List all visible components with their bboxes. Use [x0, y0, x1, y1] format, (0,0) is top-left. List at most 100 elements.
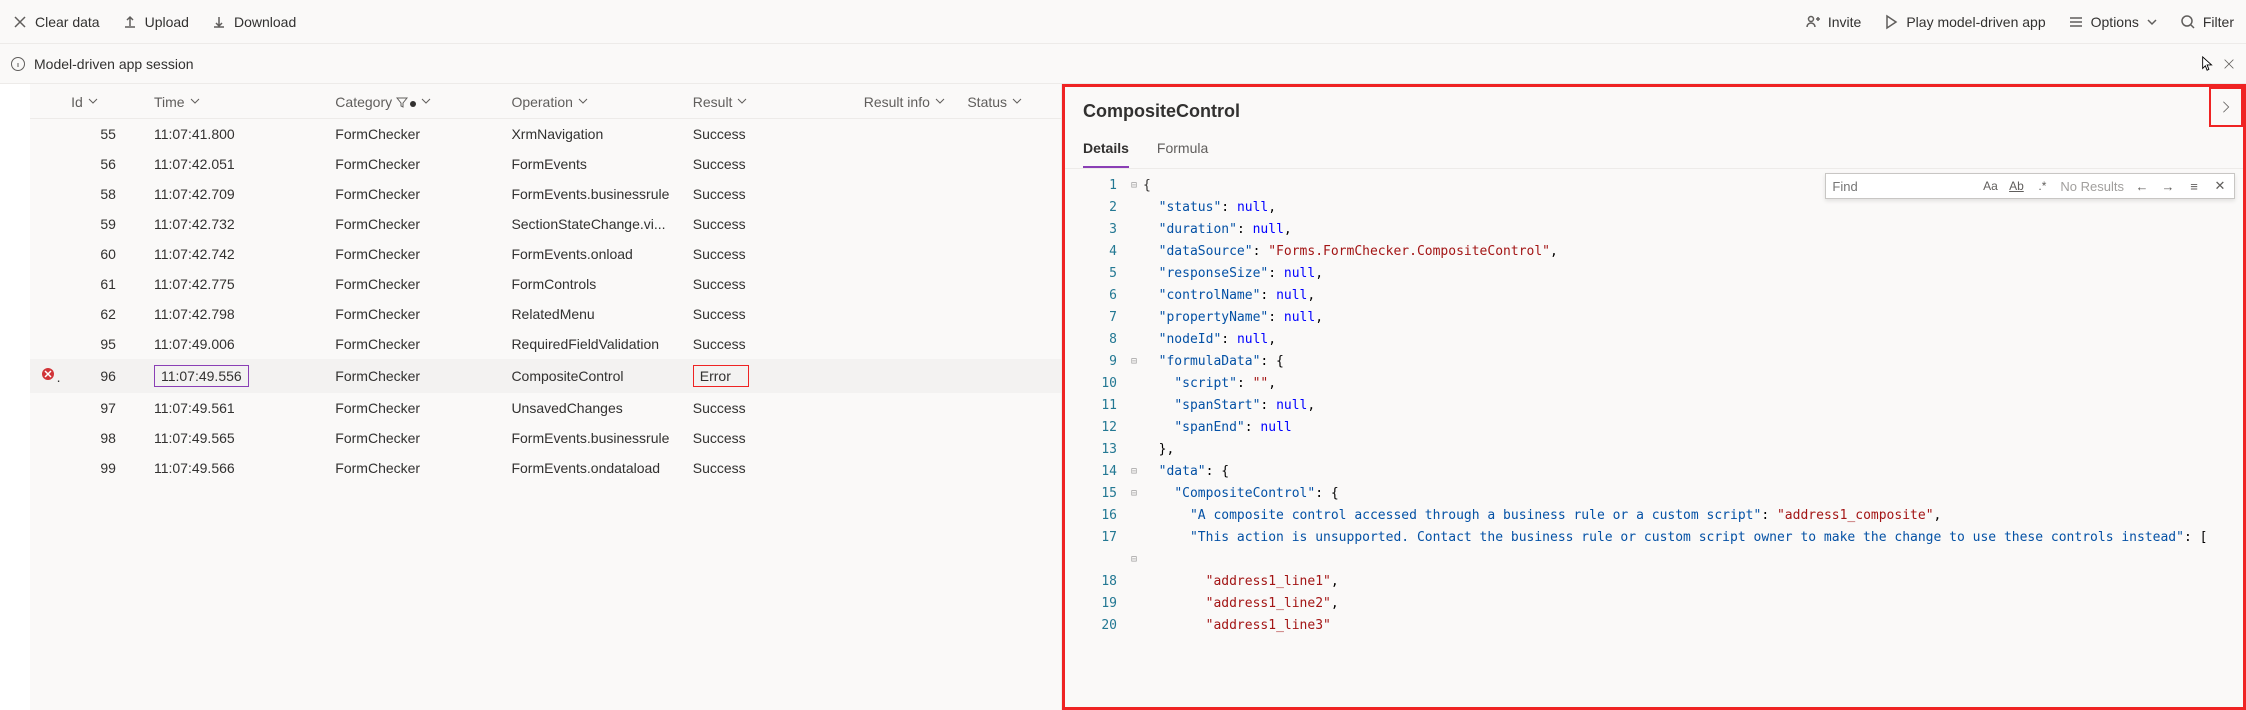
session-close-group: [2200, 56, 2236, 72]
col-result[interactable]: Result: [683, 84, 854, 119]
find-input[interactable]: [1832, 179, 1972, 194]
json-code-viewer[interactable]: 1⊟{2 "status": null,3 "duration": null,4…: [1065, 169, 2243, 637]
table-row[interactable]: 9511:07:49.006FormCheckerRequiredFieldVa…: [30, 329, 1061, 359]
fold-gutter[interactable]: ⊟: [1125, 351, 1143, 373]
download-button[interactable]: Download: [211, 14, 296, 30]
fold-gutter[interactable]: ⊟: [1125, 549, 1143, 571]
cell-result: Success: [683, 209, 854, 239]
col-result-info[interactable]: Result info: [854, 84, 958, 119]
find-results-label: No Results: [2060, 179, 2124, 194]
code-line: 15⊟ "CompositeControl": {: [1065, 483, 2243, 505]
cell-time: 11:07:42.709: [144, 179, 325, 209]
fold-gutter[interactable]: ⊟: [1125, 175, 1143, 197]
cell-time: 11:07:42.051: [144, 149, 325, 179]
panel-expand-button[interactable]: [2209, 87, 2243, 127]
code-line: 2 "status": null,: [1065, 197, 2243, 219]
options-label: Options: [2091, 14, 2139, 30]
cell-operation: FormEvents: [501, 149, 682, 179]
clear-data-button[interactable]: Clear data: [12, 14, 100, 30]
cell-result: Success: [683, 423, 854, 453]
col-category[interactable]: Category: [325, 84, 501, 119]
table-row[interactable]: 9911:07:49.566FormCheckerFormEvents.onda…: [30, 453, 1061, 483]
cell-id: 95: [61, 329, 144, 359]
error-icon: [40, 366, 56, 382]
session-close-button[interactable]: [2222, 57, 2236, 71]
cell-category: FormChecker: [325, 269, 501, 299]
table-row[interactable]: 9711:07:49.561FormCheckerUnsavedChangesS…: [30, 393, 1061, 423]
cell-status: [957, 119, 1061, 149]
code-line: 14⊟ "data": {: [1065, 461, 2243, 483]
col-id[interactable]: Id: [61, 84, 144, 119]
whole-word-icon[interactable]: Ab: [2008, 178, 2024, 194]
session-bar: Model-driven app session: [0, 44, 2246, 84]
tab-details[interactable]: Details: [1083, 132, 1129, 168]
options-button[interactable]: Options: [2068, 14, 2158, 30]
table-row[interactable]: 9811:07:49.565FormCheckerFormEvents.busi…: [30, 423, 1061, 453]
cell-category: FormChecker: [325, 299, 501, 329]
cell-time: 11:07:42.798: [144, 299, 325, 329]
code-line: 5 "responseSize": null,: [1065, 263, 2243, 285]
col-time[interactable]: Time: [144, 84, 325, 119]
fold-gutter[interactable]: ⊟: [1125, 483, 1143, 505]
upload-icon: [122, 14, 138, 30]
code-line: 7 "propertyName": null,: [1065, 307, 2243, 329]
cell-category: FormChecker: [325, 179, 501, 209]
cell-status: [957, 393, 1061, 423]
table-row[interactable]: 5511:07:41.800FormCheckerXrmNavigationSu…: [30, 119, 1061, 149]
table-row[interactable]: 6011:07:42.742FormCheckerFormEvents.onlo…: [30, 239, 1061, 269]
cell-result: Success: [683, 269, 854, 299]
top-toolbar: Clear data Upload Download Invite Play m…: [0, 0, 2246, 44]
find-next-icon[interactable]: →: [2160, 178, 2176, 194]
code-line: 13 },: [1065, 439, 2243, 461]
play-icon: [1883, 14, 1899, 30]
match-case-icon[interactable]: Aa: [1982, 178, 1998, 194]
cell-time: 11:07:49.556: [144, 359, 325, 393]
cell-time: 11:07:49.566: [144, 453, 325, 483]
code-line: 20 "address1_line3": [1065, 615, 2243, 637]
cell-result-info: [854, 209, 958, 239]
cell-result: Success: [683, 179, 854, 209]
code-line: 18 "address1_line1",: [1065, 571, 2243, 593]
find-selection-icon[interactable]: ≡: [2186, 178, 2202, 194]
events-table-container: Id Time Category Operation Result Result…: [0, 84, 1062, 710]
code-line: 12 "spanEnd": null: [1065, 417, 2243, 439]
code-line: 8 "nodeId": null,: [1065, 329, 2243, 351]
cell-status: [957, 239, 1061, 269]
table-row[interactable]: 9611:07:49.556FormCheckerCompositeContro…: [30, 359, 1061, 393]
play-mda-button[interactable]: Play model-driven app: [1883, 14, 2045, 30]
cell-time: 11:07:42.732: [144, 209, 325, 239]
upload-button[interactable]: Upload: [122, 14, 189, 30]
cell-operation: CompositeControl: [501, 359, 682, 393]
find-close-icon[interactable]: ✕: [2212, 178, 2228, 194]
filter-button[interactable]: Filter: [2180, 14, 2234, 30]
cell-result: Success: [683, 299, 854, 329]
cell-time: 11:07:42.742: [144, 239, 325, 269]
table-row[interactable]: 6211:07:42.798FormCheckerRelatedMenuSucc…: [30, 299, 1061, 329]
cell-result: Error: [683, 359, 854, 393]
panel-tabs: Details Formula: [1065, 132, 2243, 169]
cell-category: FormChecker: [325, 423, 501, 453]
table-row[interactable]: 6111:07:42.775FormCheckerFormControlsSuc…: [30, 269, 1061, 299]
cell-time: 11:07:49.006: [144, 329, 325, 359]
invite-button[interactable]: Invite: [1805, 14, 1861, 30]
cell-id: 62: [61, 299, 144, 329]
cursor-icon: [2200, 56, 2216, 72]
cell-operation: FormEvents.onload: [501, 239, 682, 269]
cell-time: 11:07:42.775: [144, 269, 325, 299]
cell-result: Success: [683, 393, 854, 423]
cell-result-info: [854, 149, 958, 179]
tab-formula[interactable]: Formula: [1157, 132, 1208, 168]
table-row[interactable]: 5611:07:42.051FormCheckerFormEventsSucce…: [30, 149, 1061, 179]
cell-result-info: [854, 329, 958, 359]
cell-result: Success: [683, 453, 854, 483]
regex-icon[interactable]: .*: [2034, 178, 2050, 194]
col-operation[interactable]: Operation: [501, 84, 682, 119]
fold-gutter[interactable]: ⊟: [1125, 461, 1143, 483]
table-row[interactable]: 5811:07:42.709FormCheckerFormEvents.busi…: [30, 179, 1061, 209]
cell-operation: FormEvents.businessrule: [501, 179, 682, 209]
col-status[interactable]: Status: [957, 84, 1061, 119]
cell-result-info: [854, 269, 958, 299]
find-prev-icon[interactable]: ←: [2134, 178, 2150, 194]
cell-operation: XrmNavigation: [501, 119, 682, 149]
table-row[interactable]: 5911:07:42.732FormCheckerSectionStateCha…: [30, 209, 1061, 239]
